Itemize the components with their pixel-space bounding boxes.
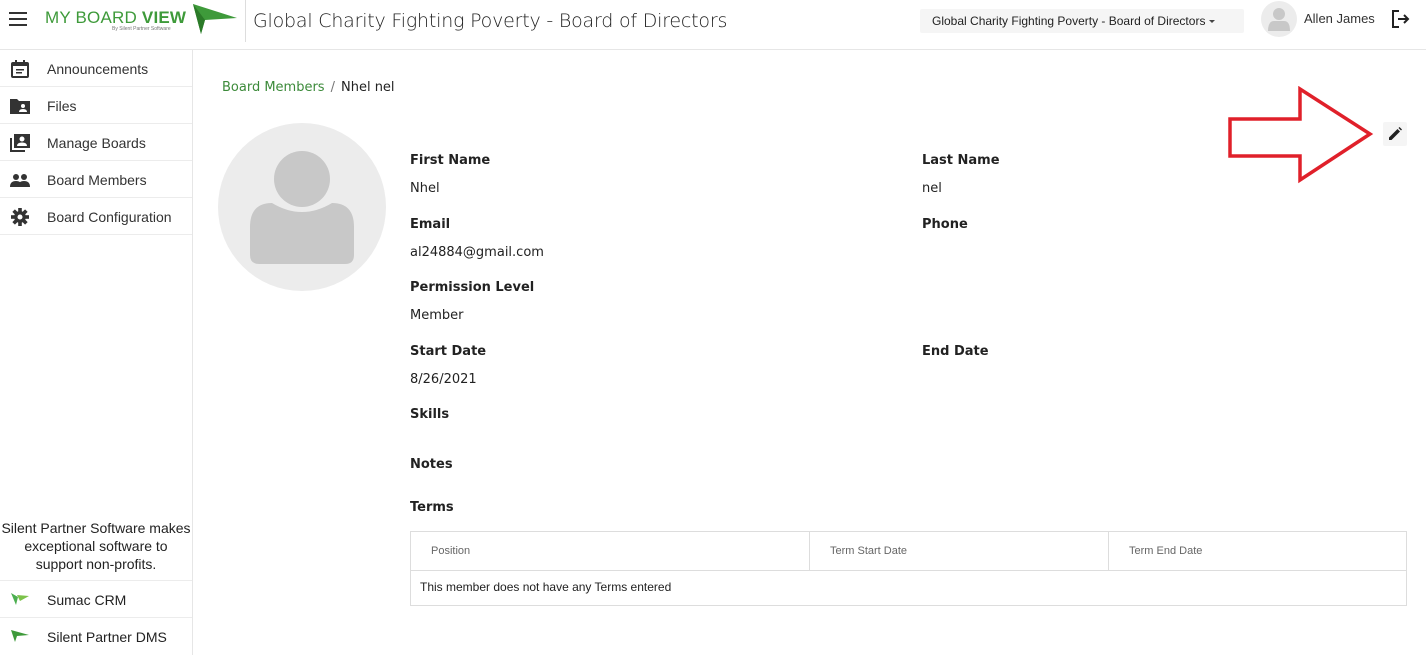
column-header-term-end-date[interactable]: Term End Date <box>1108 532 1406 570</box>
email-label: Email <box>410 217 451 232</box>
menu-icon[interactable] <box>9 12 27 26</box>
permission-level-value: Member <box>410 308 464 323</box>
board-selector-dropdown[interactable]: Global Charity Fighting Poverty - Board … <box>920 9 1244 33</box>
logo-swoosh-icon <box>193 4 237 34</box>
sidebar-item-label: Board Members <box>47 172 147 188</box>
breadcrumb-separator: / <box>330 80 335 95</box>
sidebar-item-announcements[interactable]: Announcements <box>0 50 192 87</box>
end-date-label: End Date <box>922 344 989 359</box>
user-avatar[interactable] <box>1261 1 1297 37</box>
edit-member-button[interactable] <box>1383 122 1407 146</box>
header-divider <box>245 0 246 42</box>
skills-label: Skills <box>410 407 450 422</box>
sidebar-item-files[interactable]: Files <box>0 87 192 124</box>
logo-text-bold: VIEW <box>141 8 187 27</box>
first-name-value: Nhel <box>410 181 440 196</box>
start-date-label: Start Date <box>410 344 487 359</box>
user-name[interactable]: Allen James <box>1304 11 1375 26</box>
column-header-term-start-date[interactable]: Term Start Date <box>809 532 1108 570</box>
terms-table: Position Term Start Date Term End Date T… <box>410 531 1407 606</box>
start-date-value: 8/26/2021 <box>410 372 477 387</box>
notes-label: Notes <box>410 457 453 472</box>
sidebar-link-label: Silent Partner DMS <box>47 629 167 645</box>
terms-empty-message: This member does not have any Terms ente… <box>420 580 672 594</box>
person-placeholder-icon <box>250 151 354 264</box>
contacts-stack-icon <box>10 134 30 152</box>
permission-level-label: Permission Level <box>410 280 535 295</box>
board-selector-label: Global Charity Fighting Poverty - Board … <box>932 14 1206 28</box>
terms-table-header: Position Term Start Date Term End Date <box>411 532 1406 571</box>
top-bar: MY BOARD VIEW By Silent Partner Software… <box>0 0 1426 50</box>
breadcrumb-board-members-link[interactable]: Board Members <box>222 80 325 95</box>
last-name-label: Last Name <box>922 153 1000 168</box>
logo-subtitle: By Silent Partner Software <box>112 26 171 32</box>
first-name-label: First Name <box>410 153 491 168</box>
silent-partner-logo-icon <box>11 630 29 642</box>
people-icon <box>10 174 30 187</box>
sidebar-item-manage-boards[interactable]: Manage Boards <box>0 124 192 161</box>
breadcrumb: Board Members / Nhel nel <box>222 80 395 95</box>
page-title: Global Charity Fighting Poverty - Board … <box>253 10 728 32</box>
column-header-position[interactable]: Position <box>411 532 809 570</box>
sidebar-item-board-members[interactable]: Board Members <box>0 161 192 198</box>
sidebar-item-label: Board Configuration <box>47 209 172 225</box>
sidebar-item-label: Files <box>47 98 77 114</box>
red-arrow-annotation <box>1228 86 1374 184</box>
sumac-logo-icon <box>11 593 29 605</box>
calendar-icon <box>11 60 29 78</box>
sidebar: Announcements Files Manage Boards Board … <box>0 50 193 655</box>
phone-label: Phone <box>922 217 968 232</box>
app-logo[interactable]: MY BOARD VIEW By Silent Partner Software <box>45 4 240 36</box>
sidebar-item-label: Manage Boards <box>47 135 146 151</box>
caret-down-icon <box>1209 20 1216 24</box>
sidebar-item-label: Announcements <box>47 61 149 77</box>
sidebar-item-board-configuration[interactable]: Board Configuration <box>0 198 192 235</box>
sidebar-link-sumac-crm[interactable]: Sumac CRM <box>0 581 192 618</box>
last-name-value: nel <box>922 181 942 196</box>
sidebar-link-silent-partner-dms[interactable]: Silent Partner DMS <box>0 618 192 655</box>
terms-label: Terms <box>410 500 454 515</box>
promo-text: Silent Partner Software makes exceptiona… <box>1 520 191 572</box>
pencil-icon <box>1389 127 1402 140</box>
gear-icon <box>11 208 29 226</box>
folder-shared-icon <box>10 99 30 114</box>
breadcrumb-current: Nhel nel <box>340 80 395 95</box>
email-value: al24884@gmail.com <box>410 245 544 260</box>
logo-text: MY BOARD <box>45 8 142 27</box>
person-icon <box>1268 8 1290 31</box>
member-profile-picture <box>218 123 386 291</box>
logout-icon[interactable] <box>1391 9 1411 29</box>
sidebar-link-label: Sumac CRM <box>47 592 127 608</box>
